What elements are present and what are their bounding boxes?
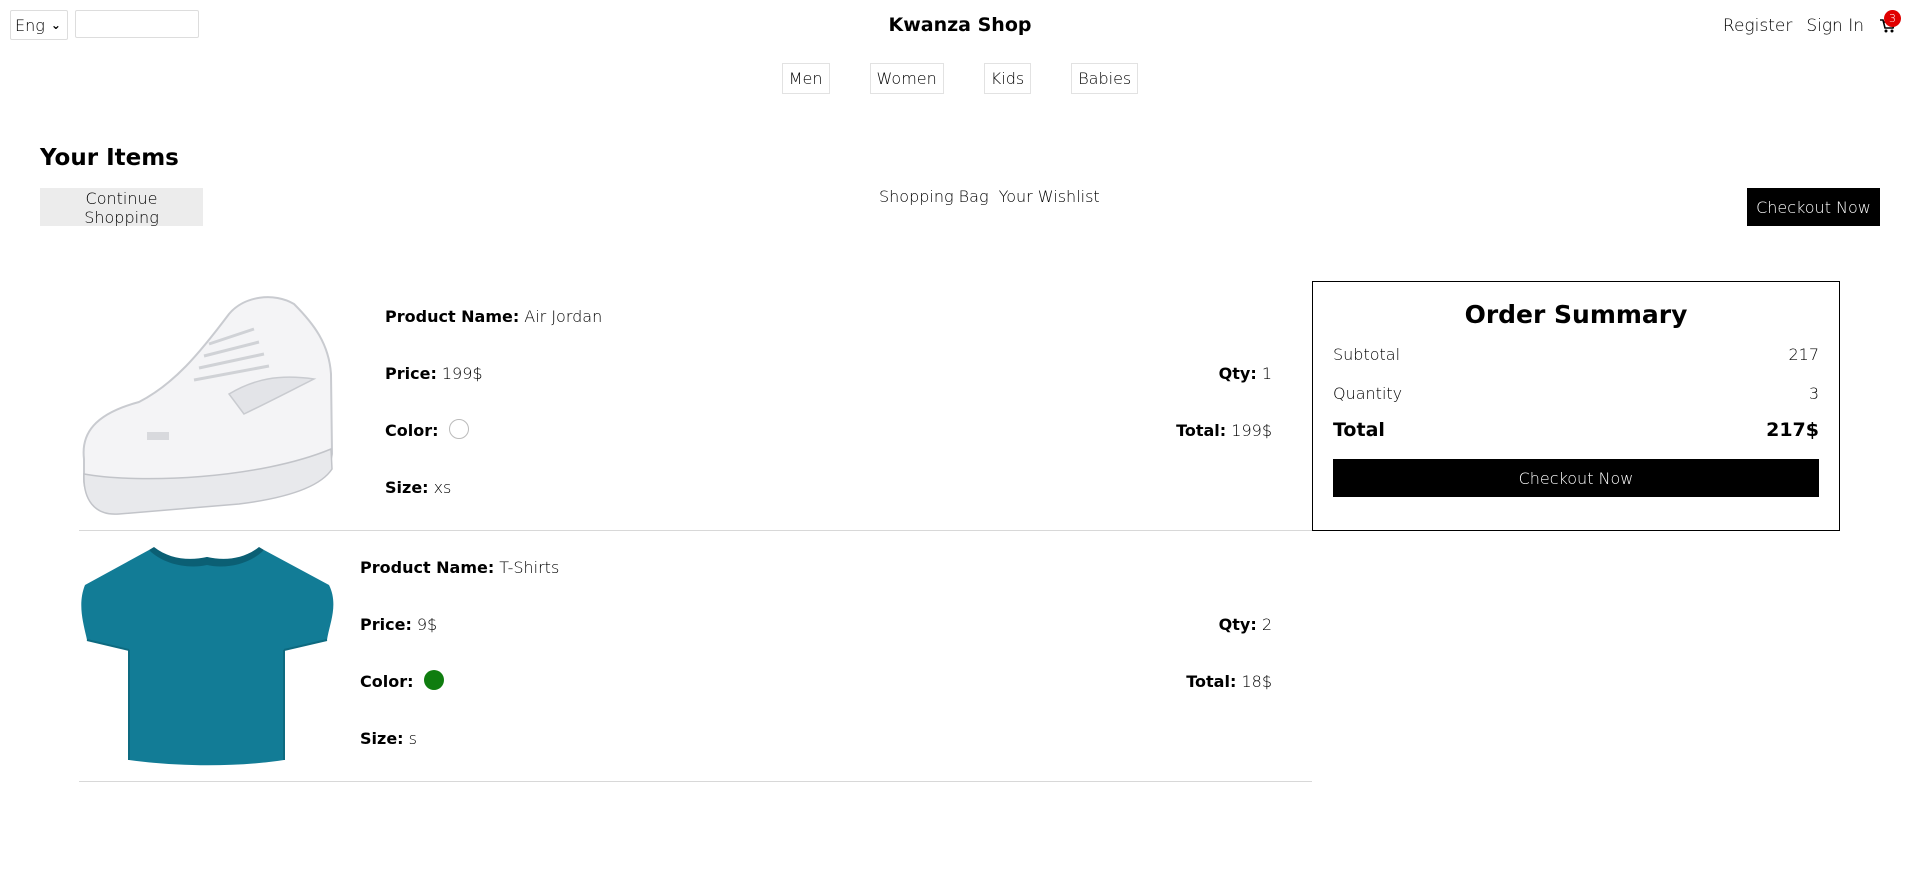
product-qty-total: Qty: 1 Total: 199$ <box>1176 364 1272 478</box>
checkout-now-button[interactable]: Checkout Now <box>1333 459 1819 497</box>
product-size: xs <box>433 478 452 497</box>
checkout-now-top-button[interactable]: Checkout Now <box>1747 188 1880 226</box>
total-label: Total: <box>1186 672 1237 691</box>
product-price: 199$ <box>441 364 483 383</box>
auth-links: Register Sign In 3 <box>1723 10 1901 36</box>
page-title: Your Items <box>40 145 179 171</box>
total-label: Total: <box>1176 421 1227 440</box>
quantity-value: 3 <box>1808 384 1819 403</box>
teal-tshirt-image <box>81 547 334 766</box>
color-swatch <box>423 670 444 690</box>
size-label: Size: <box>360 729 404 748</box>
nav-item-babies[interactable]: Babies <box>1071 63 1139 94</box>
product-qty: 1 <box>1261 364 1272 383</box>
product-qty-total: Qty: 2 Total: 18$ <box>1186 615 1272 729</box>
product-total: 199$ <box>1231 421 1272 440</box>
register-link[interactable]: Register <box>1723 16 1792 36</box>
subtotal-value: 217 <box>1788 345 1819 364</box>
product-name: T-Shirts <box>499 558 560 577</box>
qty-label: Qty: <box>1218 364 1257 383</box>
subtotal-label: Subtotal <box>1333 345 1401 364</box>
product-name-label: Product Name: <box>360 558 495 577</box>
total-label: Total <box>1333 419 1385 441</box>
product-price: 9$ <box>416 615 438 634</box>
total-row: Total 217$ <box>1333 419 1819 441</box>
product-details: Product Name: Air Jordan Price: 199$ Color… <box>385 307 602 535</box>
brand-title: Kwanza Shop <box>888 14 1032 36</box>
shopping-bag-link[interactable]: Shopping Bag <box>879 187 989 206</box>
product-name: Air Jordan <box>524 307 603 326</box>
order-summary-title: Order Summary <box>1464 300 1688 329</box>
order-summary: Order Summary Subtotal 217 Quantity 3 To… <box>1312 281 1840 531</box>
size-label: Size: <box>385 478 429 497</box>
subtotal-row: Subtotal 217 <box>1333 345 1819 364</box>
nav-item-men[interactable]: Men <box>781 63 830 94</box>
product-details: Product Name: T-Shirts Price: 9$ Color: Si… <box>360 558 559 786</box>
product-size: s <box>408 729 417 748</box>
color-label: Color: <box>385 421 439 440</box>
product-qty: 2 <box>1261 615 1272 634</box>
bag-links: Shopping Bag Your Wishlist <box>879 187 1100 206</box>
color-swatch <box>448 419 469 439</box>
qty-label: Qty: <box>1218 615 1257 634</box>
product-row: Product Name: Air Jordan Price: 199$ Color… <box>79 280 1312 531</box>
product-list: Product Name: Air Jordan Price: 199$ Color… <box>79 280 1312 782</box>
color-label: Color: <box>360 672 414 691</box>
price-label: Price: <box>360 615 412 634</box>
cart-count-badge: 3 <box>1884 10 1901 27</box>
quantity-row: Quantity 3 <box>1333 384 1819 403</box>
price-label: Price: <box>385 364 437 383</box>
total-value: 217$ <box>1766 419 1819 441</box>
product-total: 18$ <box>1241 672 1272 691</box>
cart-button[interactable]: 3 <box>1878 10 1901 36</box>
product-name-label: Product Name: <box>385 307 520 326</box>
top-bar: Eng ⌄ Kwanza Shop Register Sign In 3 <box>0 0 1920 50</box>
category-nav: Men Women Kids Babies <box>0 63 1920 94</box>
nav-item-women[interactable]: Women <box>869 63 944 94</box>
sign-in-link[interactable]: Sign In <box>1806 16 1864 36</box>
quantity-label: Quantity <box>1333 384 1403 403</box>
white-sneaker-image <box>82 296 334 515</box>
product-row: Product Name: T-Shirts Price: 9$ Color: Si… <box>79 531 1312 782</box>
continue-shopping-button[interactable]: Continue Shopping <box>40 188 203 227</box>
nav-item-kids[interactable]: Kids <box>983 63 1032 94</box>
wishlist-link[interactable]: Your Wishlist <box>999 187 1100 206</box>
